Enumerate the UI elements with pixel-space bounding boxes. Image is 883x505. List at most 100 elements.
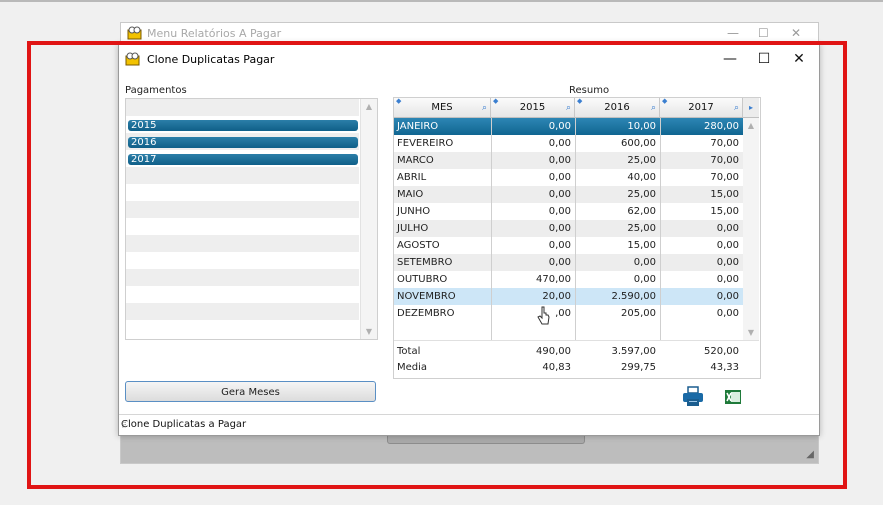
cell-2015: 0,00 bbox=[548, 121, 571, 132]
cell-2015: ,00 bbox=[555, 308, 571, 319]
maximize-button[interactable]: ☐ bbox=[749, 49, 779, 69]
table-row[interactable]: FEVEREIRO 0,00 600,00 70,00 bbox=[394, 135, 743, 152]
scroll-up-icon[interactable]: ▲ bbox=[745, 121, 757, 130]
cell-mes: DEZEMBRO bbox=[397, 308, 455, 319]
minimize-button[interactable]: — bbox=[715, 49, 745, 69]
table-row[interactable]: JUNHO 0,00 62,00 15,00 bbox=[394, 203, 743, 220]
app-icon bbox=[127, 26, 142, 40]
column-header-label: 2016 bbox=[604, 102, 630, 113]
cell-2015: 20,00 bbox=[542, 291, 571, 302]
filter-icon[interactable]: ⌕ bbox=[734, 98, 739, 118]
table-row[interactable]: DEZEMBRO ,00 205,00 0,00 bbox=[394, 305, 743, 322]
cell-2017: 70,00 bbox=[710, 138, 739, 149]
table-row[interactable]: OUTUBRO 470,00 0,00 0,00 bbox=[394, 271, 743, 288]
cell-2015: 0,00 bbox=[548, 223, 571, 234]
top-edge bbox=[0, 0, 883, 2]
cell-2016: 600,00 bbox=[621, 138, 656, 149]
scroll-up-icon[interactable]: ▲ bbox=[363, 102, 375, 111]
total-2016: 3.597,00 bbox=[611, 346, 656, 357]
column-header-2015[interactable]: ◆ 2015 ⌕ bbox=[491, 98, 575, 118]
pagamentos-scrollbar[interactable]: ▲ ▼ bbox=[360, 99, 377, 339]
column-header-2016[interactable]: ◆ 2016 ⌕ bbox=[575, 98, 660, 118]
cell-2016: 0,00 bbox=[633, 274, 656, 285]
table-row[interactable]: MAIO 0,00 25,00 15,00 bbox=[394, 186, 743, 203]
column-divider bbox=[575, 118, 576, 340]
cell-2015: 0,00 bbox=[548, 189, 571, 200]
cell-mes: MAIO bbox=[397, 189, 424, 200]
close-button[interactable]: ✕ bbox=[784, 49, 814, 69]
cell-2016: 25,00 bbox=[627, 189, 656, 200]
app-icon bbox=[125, 52, 140, 66]
media-2017: 43,33 bbox=[710, 362, 739, 373]
excel-icon[interactable] bbox=[725, 390, 741, 404]
cell-2017: 280,00 bbox=[704, 121, 739, 132]
filter-icon[interactable]: ⌕ bbox=[651, 98, 656, 118]
cell-2017: 70,00 bbox=[710, 155, 739, 166]
media-label: Media bbox=[397, 362, 428, 373]
resumo-label: Resumo bbox=[569, 85, 610, 96]
cell-mes: NOVEMBRO bbox=[397, 291, 456, 302]
table-row[interactable]: JULHO 0,00 25,00 0,00 bbox=[394, 220, 743, 237]
list-stripe bbox=[126, 167, 359, 184]
year-item-2016[interactable]: 2016 bbox=[128, 137, 358, 148]
table-row[interactable]: ABRIL 0,00 40,00 70,00 bbox=[394, 169, 743, 186]
back-maximize-button[interactable]: ☐ bbox=[758, 26, 769, 40]
cell-2016: 25,00 bbox=[627, 155, 656, 166]
scroll-down-icon[interactable]: ▼ bbox=[363, 327, 375, 336]
scroll-down-icon[interactable]: ▼ bbox=[745, 328, 757, 337]
filter-icon[interactable]: ⌕ bbox=[566, 98, 571, 118]
cell-2017: 0,00 bbox=[716, 240, 739, 251]
pagamentos-label: Pagamentos bbox=[125, 85, 187, 96]
cell-mes: JULHO bbox=[397, 223, 429, 234]
back-window-titlebar: Menu Relatórios A Pagar — ☐ ✕ bbox=[121, 23, 818, 45]
resumo-scrollbar[interactable]: ▲ ▼ bbox=[743, 118, 759, 340]
list-stripe bbox=[126, 235, 359, 252]
cell-mes: JUNHO bbox=[397, 206, 431, 217]
column-header-2017[interactable]: ◆ 2017 ⌕ bbox=[660, 98, 743, 118]
resumo-grid[interactable]: ◆ MES ⌕ ◆ 2015 ⌕ ◆ 2016 ⌕ ◆ 2017 ⌕ ▸ JAN… bbox=[393, 97, 761, 379]
list-stripe bbox=[126, 303, 359, 320]
cell-2017: 0,00 bbox=[716, 274, 739, 285]
filter-icon[interactable]: ⌕ bbox=[482, 98, 487, 118]
resize-grip[interactable]: ⠿ bbox=[121, 421, 816, 430]
column-divider bbox=[491, 118, 492, 340]
sort-icon: ◆ bbox=[577, 97, 583, 105]
cell-2017: 0,00 bbox=[716, 223, 739, 234]
cell-2016: 10,00 bbox=[627, 121, 656, 132]
printer-icon[interactable] bbox=[682, 385, 704, 407]
media-row: Media 40,83 299,75 43,33 bbox=[394, 360, 743, 376]
back-resize-grip[interactable]: ◢ bbox=[806, 449, 814, 460]
year-item-2015[interactable]: 2015 bbox=[128, 120, 358, 131]
total-row: Total 490,00 3.597,00 520,00 bbox=[394, 344, 743, 360]
list-stripe bbox=[126, 286, 359, 303]
cell-2017: 0,00 bbox=[716, 291, 739, 302]
back-minimize-button[interactable]: — bbox=[727, 26, 739, 40]
status-bar: Clone Duplicatas a Pagar ⠿ bbox=[119, 414, 819, 435]
gera-meses-button[interactable]: Gera Meses bbox=[125, 381, 376, 402]
list-stripe bbox=[126, 320, 359, 337]
footer-divider bbox=[394, 340, 759, 341]
cell-mes: MARCO bbox=[397, 155, 434, 166]
back-window-title: Menu Relatórios A Pagar bbox=[147, 27, 282, 40]
cell-2017: 70,00 bbox=[710, 172, 739, 183]
column-more-icon[interactable]: ▸ bbox=[743, 98, 759, 118]
cell-2015: 0,00 bbox=[548, 206, 571, 217]
list-stripe bbox=[126, 269, 359, 286]
list-stripe bbox=[126, 184, 359, 201]
pagamentos-list[interactable]: 2015 2016 2017 ▲ ▼ bbox=[125, 98, 378, 340]
cell-2015: 0,00 bbox=[548, 138, 571, 149]
cell-2015: 0,00 bbox=[548, 172, 571, 183]
year-item-2017[interactable]: 2017 bbox=[128, 154, 358, 165]
media-2015: 40,83 bbox=[542, 362, 571, 373]
list-stripe bbox=[126, 201, 359, 218]
table-row[interactable]: JANEIRO 0,00 10,00 280,00 bbox=[394, 118, 743, 135]
cell-mes: OUTUBRO bbox=[397, 274, 448, 285]
back-close-button[interactable]: ✕ bbox=[791, 26, 801, 40]
list-stripe bbox=[126, 218, 359, 235]
total-2015: 490,00 bbox=[536, 346, 571, 357]
table-row[interactable]: AGOSTO 0,00 15,00 0,00 bbox=[394, 237, 743, 254]
table-row[interactable]: NOVEMBRO 20,00 2.590,00 0,00 bbox=[394, 288, 743, 305]
column-header-mes[interactable]: ◆ MES ⌕ bbox=[394, 98, 491, 118]
table-row[interactable]: MARCO 0,00 25,00 70,00 bbox=[394, 152, 743, 169]
table-row[interactable]: SETEMBRO 0,00 0,00 0,00 bbox=[394, 254, 743, 271]
